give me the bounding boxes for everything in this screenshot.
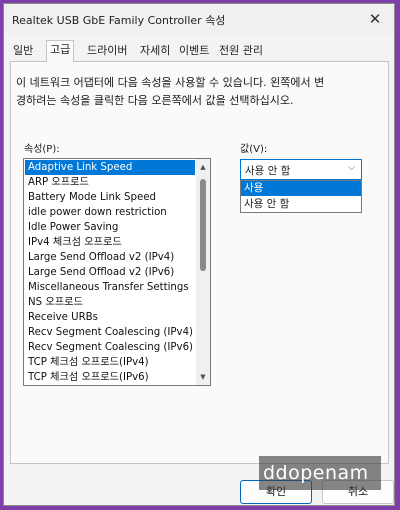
tab-details[interactable]: 자세히 <box>137 42 173 60</box>
window-title: Realtek USB GbE Family Controller 속성 <box>12 14 226 27</box>
property-item[interactable]: Miscellaneous Transfer Settings <box>25 280 195 295</box>
scroll-up-icon[interactable]: ▲ <box>199 163 207 171</box>
value-option-disabled[interactable]: 사용 안 함 <box>241 197 361 212</box>
description-line-1: 이 네트워크 어댑터에 다음 속성을 사용할 수 있습니다. 왼쪽에서 변 <box>16 76 325 89</box>
property-item[interactable]: TCP 체크섬 오프로드(IPv6) <box>25 370 195 385</box>
property-item[interactable]: Idle Power Saving <box>25 220 195 235</box>
scroll-down-icon[interactable]: ▼ <box>199 373 207 381</box>
description-line-2: 경하려는 속성을 클릭한 다음 오른쪽에서 값을 선택하십시오. <box>16 94 294 107</box>
property-item[interactable]: NS 오프로드 <box>25 295 195 310</box>
property-item[interactable]: idle power down restriction <box>25 205 195 220</box>
property-item[interactable]: Large Send Offload v2 (IPv6) <box>25 265 195 280</box>
tab-power-management[interactable]: 전원 관리 <box>216 42 266 60</box>
property-item[interactable]: Receive URBs <box>25 310 195 325</box>
tab-driver[interactable]: 드라이버 <box>84 42 130 60</box>
property-item[interactable]: Adaptive Link Speed <box>25 160 195 175</box>
properties-dialog: Realtek USB GbE Family Controller 속성 ✕ 일… <box>3 3 395 506</box>
property-listbox[interactable]: Adaptive Link Speed ARP 오프로드 Battery Mod… <box>23 158 211 386</box>
title-bar: Realtek USB GbE Family Controller 속성 ✕ <box>4 4 394 34</box>
property-item[interactable]: Large Send Offload v2 (IPv4) <box>25 250 195 265</box>
description: 이 네트워크 어댑터에 다음 속성을 사용할 수 있습니다. 왼쪽에서 변 경하… <box>16 74 381 110</box>
value-combobox[interactable]: 사용 안 함 ⌵ <box>240 159 362 180</box>
chevron-down-icon[interactable]: ⌵ <box>348 163 355 173</box>
close-icon[interactable]: ✕ <box>364 8 386 30</box>
property-item[interactable]: TCP 체크섬 오프로드(IPv4) <box>25 355 195 370</box>
property-item[interactable]: ARP 오프로드 <box>25 175 195 190</box>
tab-general[interactable]: 일반 <box>10 42 36 60</box>
property-item[interactable]: Recv Segment Coalescing (IPv4) <box>25 325 195 340</box>
value-dropdown-list[interactable]: 사용 사용 안 함 <box>240 180 362 213</box>
property-label: 속성(P): <box>24 144 60 155</box>
tab-advanced[interactable]: 고급 <box>46 40 75 62</box>
property-item[interactable]: IPv4 체크섬 오프로드 <box>25 235 195 250</box>
value-combobox-text: 사용 안 함 <box>245 165 291 177</box>
watermark: ddopenam <box>259 456 381 490</box>
value-label: 값(V): <box>240 144 268 155</box>
tab-events[interactable]: 이벤트 <box>176 42 212 60</box>
property-item[interactable]: Battery Mode Link Speed <box>25 190 195 205</box>
value-option-enabled[interactable]: 사용 <box>241 181 361 196</box>
property-item[interactable]: Recv Segment Coalescing (IPv6) <box>25 340 195 355</box>
scrollbar-thumb[interactable] <box>200 179 206 271</box>
listbox-scrollbar[interactable]: ▲ ▼ <box>196 159 210 385</box>
